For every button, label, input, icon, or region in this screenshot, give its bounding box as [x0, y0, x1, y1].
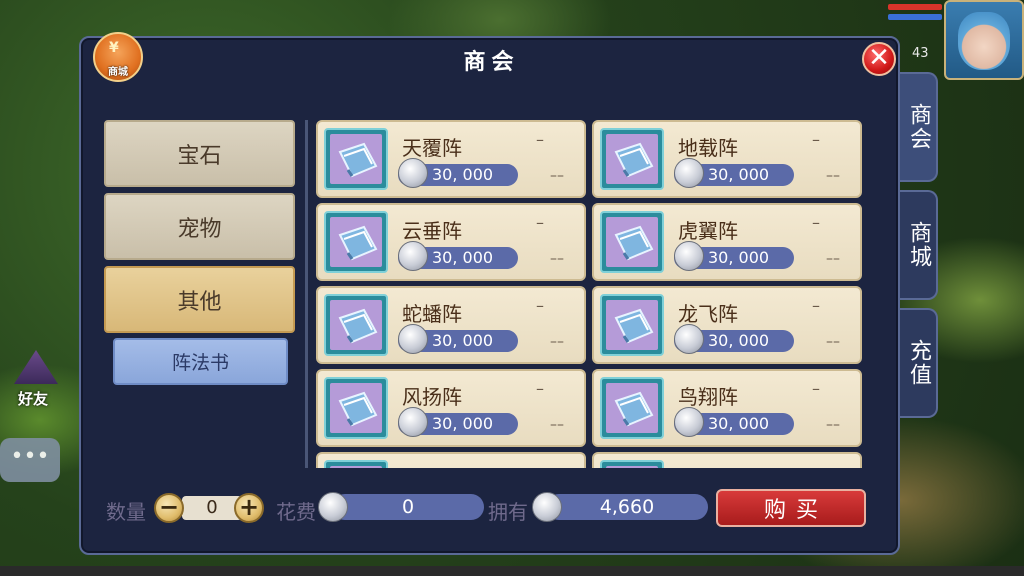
close-button[interactable]: ✕ [862, 42, 896, 76]
status-bars [888, 4, 942, 24]
buy-button[interactable]: 购买 [716, 489, 866, 527]
owned-value: 4,660 [546, 494, 708, 520]
subcategory-formation-books[interactable]: 阵法书 [113, 338, 288, 385]
item-limit: –– [550, 334, 564, 350]
item-card[interactable]: 云垂阵 –30, 000 –– [316, 203, 586, 281]
silver-coin-icon [674, 407, 704, 437]
quantity-plus-button[interactable]: + [234, 493, 264, 523]
friend-label: 好友 [18, 390, 49, 408]
formation-book-icon [600, 128, 664, 190]
item-limit: –– [550, 417, 564, 433]
cost-label: 花费 [276, 500, 316, 524]
item-limit: –– [826, 334, 840, 350]
mp-bar [888, 14, 942, 20]
friend-icon [14, 350, 58, 384]
tab-chamber[interactable]: 商会 [900, 72, 938, 182]
bottom-bar [0, 566, 1024, 576]
hp-bar [888, 4, 942, 10]
category-pets[interactable]: 宠物 [104, 193, 295, 260]
item-limit: –– [826, 417, 840, 433]
silver-coin-icon [398, 241, 428, 271]
silver-coin-icon [674, 324, 704, 354]
divider [305, 120, 308, 468]
quantity-field[interactable]: 0 [182, 496, 242, 520]
item-limit: –– [550, 251, 564, 267]
formation-book-icon [324, 294, 388, 356]
friend-button[interactable]: 好友 [6, 350, 66, 414]
item-limit: –– [826, 251, 840, 267]
item-stock: – [536, 296, 544, 315]
player-level: 43 [912, 46, 929, 61]
item-name: 地载阵 [678, 136, 738, 160]
item-card[interactable]: 地载阵 –30, 000 –– [592, 120, 862, 198]
formation-book-icon [600, 294, 664, 356]
item-name: 云垂阵 [402, 219, 462, 243]
item-card[interactable]: 鸟翔阵 –30, 000 –– [592, 369, 862, 447]
item-limit: –– [550, 168, 564, 184]
silver-coin-icon [674, 241, 704, 271]
item-card[interactable]: 天覆阵 –30, 000 –– [316, 120, 586, 198]
silver-coin-icon [398, 158, 428, 188]
item-card[interactable] [316, 452, 586, 468]
formation-book-icon [324, 377, 388, 439]
item-name: 蛇蟠阵 [402, 302, 462, 326]
item-list[interactable]: 天覆阵 –30, 000 –– 地载阵 –30, 000 –– 云垂阵 –30, 000 –– 虎… [314, 118, 869, 468]
category-gems[interactable]: 宝石 [104, 120, 295, 187]
avatar [958, 12, 1010, 70]
chat-button[interactable]: ••• [0, 438, 60, 482]
category-other[interactable]: 其他 [104, 266, 295, 333]
formation-book-icon [600, 460, 664, 468]
item-card[interactable]: 虎翼阵 –30, 000 –– [592, 203, 862, 281]
shop-badge-icon: ¥ 商城 [93, 32, 143, 82]
item-stock: – [812, 213, 820, 232]
quantity-minus-button[interactable]: − [154, 493, 184, 523]
item-stock: – [536, 379, 544, 398]
silver-coin-icon [674, 158, 704, 188]
item-limit: –– [826, 168, 840, 184]
item-card[interactable]: 蛇蟠阵 –30, 000 –– [316, 286, 586, 364]
item-card[interactable]: 龙飞阵 –30, 000 –– [592, 286, 862, 364]
silver-coin-icon [318, 492, 348, 522]
formation-book-icon [600, 211, 664, 273]
owned-label: 拥有 [488, 500, 528, 524]
silver-coin-icon [532, 492, 562, 522]
formation-book-icon [324, 460, 388, 468]
silver-coin-icon [398, 407, 428, 437]
item-card[interactable]: 风扬阵 –30, 000 –– [316, 369, 586, 447]
item-name: 龙飞阵 [678, 302, 738, 326]
formation-book-icon [600, 377, 664, 439]
item-name: 鸟翔阵 [678, 385, 738, 409]
shop-badge-label: 商城 [108, 67, 128, 78]
item-name: 虎翼阵 [678, 219, 738, 243]
silver-coin-icon [398, 324, 428, 354]
item-stock: – [812, 296, 820, 315]
panel-title: 商会 [463, 50, 520, 75]
yuan-icon: ¥ [109, 40, 119, 56]
quantity-label: 数量 [106, 500, 146, 524]
item-stock: – [536, 130, 544, 149]
item-stock: – [812, 379, 820, 398]
cost-value: 0 [332, 494, 484, 520]
tab-mall[interactable]: 商城 [900, 190, 938, 300]
item-stock: – [536, 213, 544, 232]
tab-recharge[interactable]: 充值 [900, 308, 938, 418]
item-stock: – [812, 130, 820, 149]
item-name: 天覆阵 [402, 136, 462, 160]
item-name: 风扬阵 [402, 385, 462, 409]
player-portrait[interactable] [944, 0, 1024, 80]
formation-book-icon [324, 128, 388, 190]
item-card[interactable] [592, 452, 862, 468]
formation-book-icon [324, 211, 388, 273]
